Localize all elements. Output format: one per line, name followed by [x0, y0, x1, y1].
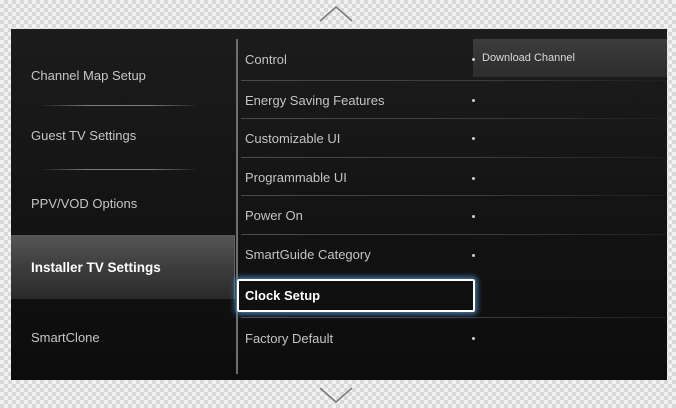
menu-item-guest-tv-settings[interactable]: Guest TV Settings — [11, 103, 235, 167]
menu-item-customizable-ui[interactable]: Customizable UI — [239, 119, 476, 157]
menu-item-label: Power On — [245, 207, 303, 223]
menu-item-label: Customizable UI — [245, 130, 341, 146]
menu-screen: Channel Map Setup Guest TV Settings PPV/… — [11, 29, 667, 380]
bullet-icon — [472, 337, 475, 340]
menu-item-label: Guest TV Settings — [31, 127, 137, 143]
menu-item-label: Clock Setup — [245, 288, 321, 303]
bullet-icon — [472, 137, 475, 140]
column-divider — [236, 39, 238, 374]
bullet-icon — [472, 58, 475, 61]
menu-item-label: Programmable UI — [245, 169, 347, 185]
left-menu: Channel Map Setup Guest TV Settings PPV/… — [11, 29, 235, 380]
menu-item-label: Energy Saving Features — [245, 92, 385, 108]
submenu-download-channel[interactable]: Download Channel — [473, 39, 667, 77]
menu-item-smartclone[interactable]: SmartClone — [11, 305, 235, 369]
bullet-icon — [472, 99, 475, 102]
menu-item-label: SmartClone — [31, 329, 100, 345]
menu-item-channel-map-setup[interactable]: Channel Map Setup — [11, 43, 235, 107]
menu-item-programmable-ui[interactable]: Programmable UI — [239, 158, 476, 196]
menu-item-factory-default[interactable]: Factory Default — [239, 319, 476, 357]
menu-item-label: Control — [245, 51, 287, 67]
submenu-label: Download Channel — [482, 52, 575, 64]
chevron-down-icon[interactable] — [318, 386, 354, 404]
menu-item-control[interactable]: Control — [239, 40, 476, 78]
menu-item-label: Channel Map Setup — [31, 67, 146, 83]
menu-item-power-on[interactable]: Power On — [239, 196, 476, 234]
menu-item-energy-saving-features[interactable]: Energy Saving Features — [239, 81, 476, 119]
chevron-up-icon[interactable] — [318, 5, 354, 23]
menu-item-label: Installer TV Settings — [31, 259, 161, 275]
menu-item-smartguide-category[interactable]: SmartGuide Category — [239, 235, 476, 273]
menu-item-label: Factory Default — [245, 330, 334, 346]
divider — [39, 169, 199, 170]
menu-item-clock-setup[interactable]: Clock Setup — [237, 279, 475, 312]
menu-item-label: PPV/VOD Options — [31, 195, 138, 211]
bullet-icon — [472, 215, 475, 218]
divider — [241, 317, 666, 318]
menu-item-label: SmartGuide Category — [245, 246, 371, 262]
menu-item-ppv-vod-options[interactable]: PPV/VOD Options — [11, 171, 235, 235]
bullet-icon — [472, 177, 475, 180]
bullet-icon — [472, 254, 475, 257]
menu-item-installer-tv-settings[interactable]: Installer TV Settings — [11, 235, 235, 299]
